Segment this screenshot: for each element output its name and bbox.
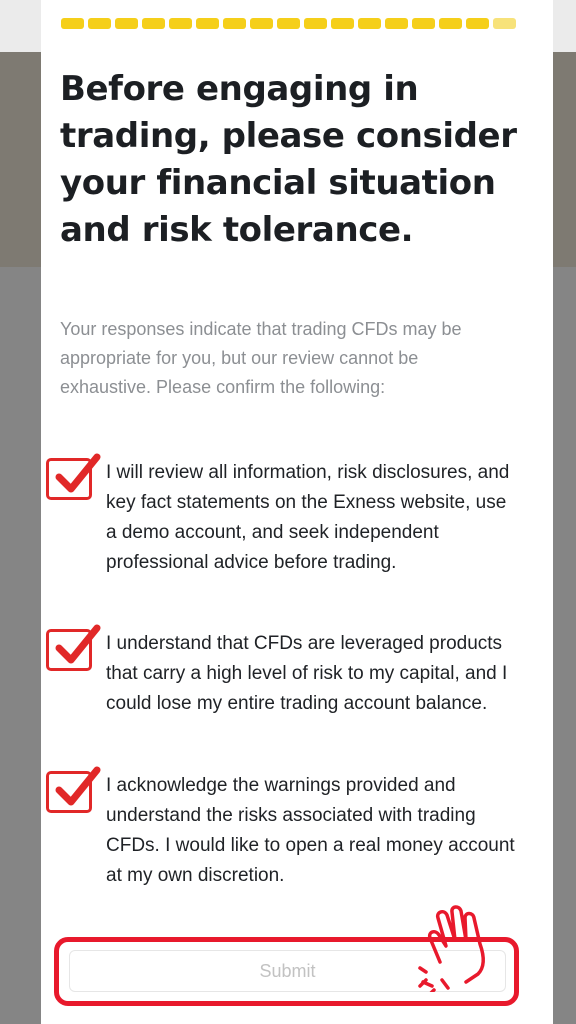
progress-segment (142, 18, 165, 29)
progress-segment (439, 18, 462, 29)
checklist-label: I will review all information, risk disc… (106, 462, 510, 573)
checkmark-icon (55, 453, 101, 493)
progress-segment (358, 18, 381, 29)
progress-segment (493, 18, 516, 29)
checklist-label: I acknowledge the warnings provided and … (106, 775, 515, 886)
checkmark-icon (55, 766, 101, 806)
progress-segment (61, 18, 84, 29)
checkmark-icon (55, 624, 101, 664)
checklist-label: I understand that CFDs are leveraged pro… (106, 633, 508, 714)
progress-segment (385, 18, 408, 29)
intro-text: Your responses indicate that trading CFD… (60, 319, 462, 397)
progress-segment (466, 18, 489, 29)
hand-pointer-icon (418, 905, 485, 992)
progress-segment (196, 18, 219, 29)
checkbox[interactable] (46, 624, 101, 671)
progress-segment (304, 18, 327, 29)
progress-segment (223, 18, 246, 29)
progress-segment (250, 18, 273, 29)
progress-bar (61, 18, 516, 29)
progress-segment (115, 18, 138, 29)
progress-segment (169, 18, 192, 29)
checkbox[interactable] (46, 453, 101, 500)
progress-segment (277, 18, 300, 29)
progress-segment (412, 18, 435, 29)
progress-segment (331, 18, 354, 29)
page-title: Before engaging in trading, please consi… (60, 69, 517, 250)
checkbox[interactable] (46, 766, 101, 813)
progress-segment (88, 18, 111, 29)
